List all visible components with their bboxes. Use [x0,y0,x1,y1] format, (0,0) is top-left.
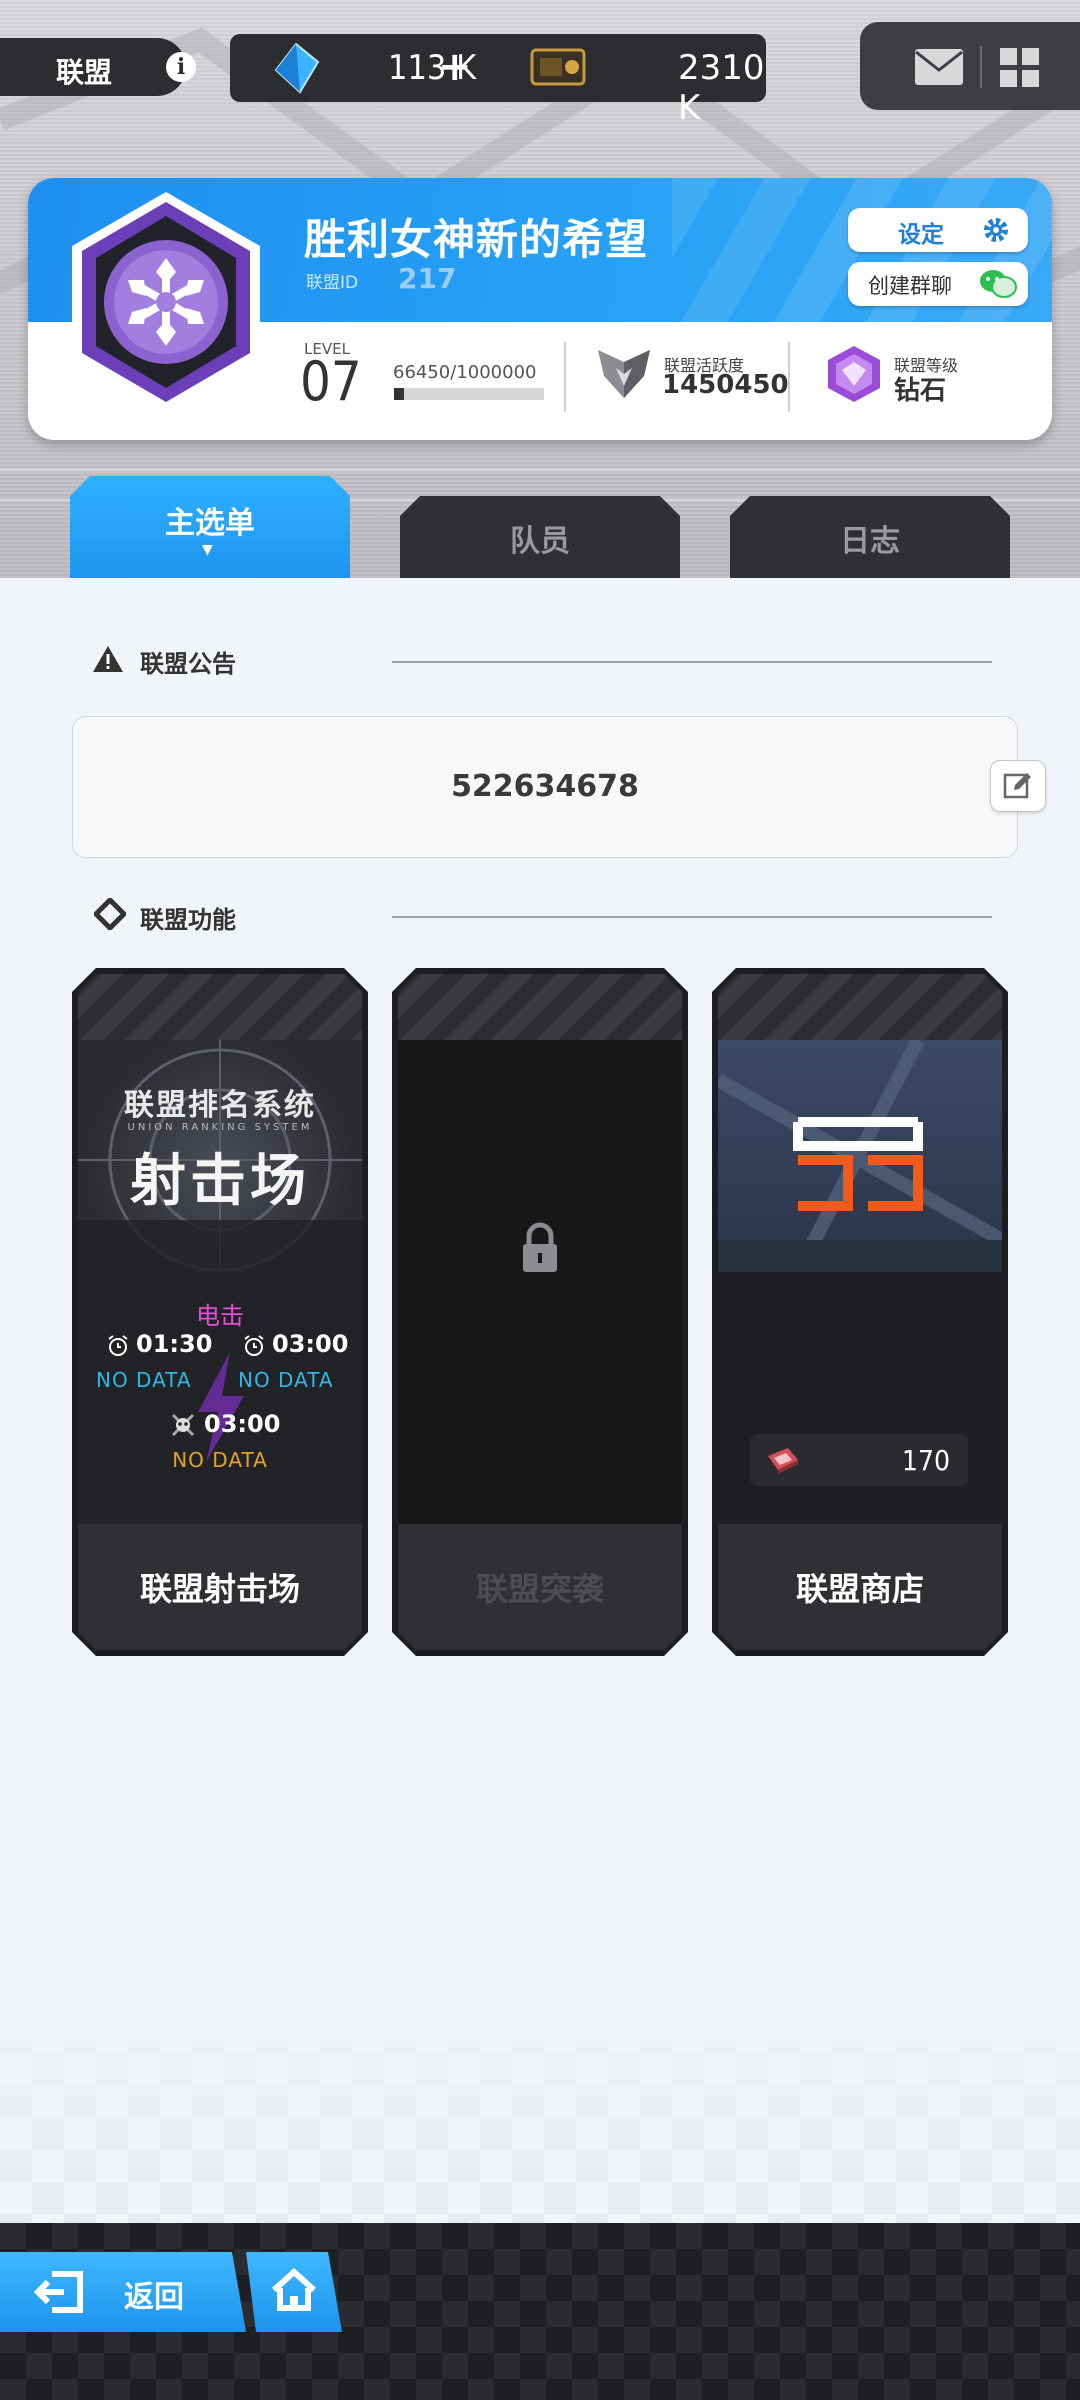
tab-log[interactable]: 日志 [730,496,1010,578]
exp-progress-fill [394,388,404,400]
grid-menu-icon[interactable] [1000,48,1040,92]
exp-text: 66450/1000000 [393,362,537,383]
active-tab-indicator: ▼ [202,542,213,558]
edit-icon [1003,773,1031,799]
shop-logo-icon [718,1040,1002,1272]
menu-divider [980,46,982,88]
home-icon [271,2267,317,2311]
no-data-label: NO DATA [238,1368,334,1392]
schedule-time: 03:00 [204,1410,281,1438]
gem-icon [270,42,322,98]
mode-label: 电击 [196,1302,244,1330]
stat-divider [788,342,790,412]
section-divider [392,916,992,918]
notice-panel: 522634678 [72,716,1018,858]
shooting-range-label: 联盟射击场 [139,1570,300,1608]
resource-bar: 113 K + 2310 K [230,34,766,128]
shop-currency-value: 170 [901,1444,950,1477]
section-divider [392,661,992,663]
shop-label: 联盟商店 [795,1570,924,1608]
banner-title: 联盟排名系统 [124,1088,316,1123]
create-group-chat-label: 创建群聊 [868,274,952,298]
alarm-clock-icon [106,1334,130,1362]
screen-title: 联盟 [56,56,113,89]
union-emblem-icon [66,188,266,422]
settings-button[interactable]: 设定 [848,208,1028,252]
no-data-label: NO DATA [172,1448,268,1472]
warning-icon [92,644,124,678]
diamond-outline-icon [92,896,128,934]
boss-skull-icon [170,1412,196,1442]
shop-panel [718,1272,1002,1524]
union-id-label: 联盟ID [306,273,359,293]
mail-icon[interactable] [914,48,964,90]
info-icon[interactable]: i [166,52,196,82]
alarm-clock-icon [242,1334,266,1362]
edit-notice-button[interactable] [990,760,1046,812]
schedule-time: 01:30 [136,1330,213,1358]
shooting-range-schedule: 电击 01:30 03:00 NO DATA NO DATA 03:00 NO … [78,1272,362,1524]
add-gems-button[interactable]: + [438,44,472,90]
card-hazard-stripes [718,974,1002,1040]
shop-banner [718,1040,1002,1272]
exp-progress-bar [394,388,544,400]
exit-arrow-icon [34,2271,83,2313]
card-hazard-stripes [78,974,362,1040]
tab-main-menu[interactable]: 主选单 ▼ [70,476,350,578]
union-shooting-range-card[interactable]: 联盟排名系统 UNION RANKING SYSTEM 射击场 电击 01:30… [72,968,368,1656]
shop-currency-counter: 170 [750,1434,968,1486]
gear-icon [982,216,1010,248]
activity-value: 1450450 [662,370,789,400]
lock-icon [520,1222,560,1278]
settings-label: 设定 [898,222,944,248]
back-label: 返回 [124,2280,184,2315]
ticket-icon [530,46,586,92]
wechat-icon [978,268,1018,304]
diamond-rank-icon [826,344,882,408]
union-coin-icon [766,1446,800,1478]
notice-heading: 联盟公告 [140,650,236,678]
union-shop-card[interactable]: 170 联盟商店 [712,968,1008,1656]
notice-text: 522634678 [451,769,639,804]
raid-label: 联盟突袭 [475,1570,604,1608]
tab-members-label: 队员 [510,524,570,559]
create-group-chat-button[interactable]: 创建群聊 [848,262,1028,306]
card-hazard-stripes [398,974,682,1040]
shooting-range-banner: 联盟排名系统 UNION RANKING SYSTEM 射击场 [78,1040,362,1272]
union-id-value: 217 [398,262,457,295]
tab-main-menu-label: 主选单 [165,506,255,541]
level-value: 07 [300,350,362,413]
ticket-count: 2310 K [678,48,765,128]
back-button[interactable]: 返回 [0,2252,246,2332]
tab-members[interactable]: 队员 [400,496,680,578]
tab-log-label: 日志 [840,524,900,559]
union-info-card: 胜利女神新的希望 联盟ID 217 设定 创建群聊 LEVEL 07 66450… [28,178,1052,440]
union-raid-card[interactable]: 联盟突袭 [392,968,688,1656]
rank-value: 钻石 [894,376,947,406]
top-right-menu [860,22,1080,110]
schedule-time: 03:00 [272,1330,349,1358]
union-name: 胜利女神新的希望 [304,215,649,264]
functions-heading: 联盟功能 [140,906,236,934]
raid-locked-panel [398,1040,682,1524]
activity-shield-icon [594,346,654,406]
stat-divider [564,342,566,412]
checker-pattern [0,1990,1080,2223]
banner-subtitle: UNION RANKING SYSTEM [127,1122,313,1133]
home-button[interactable] [246,2252,342,2332]
banner-big-title: 射击场 [130,1149,310,1214]
screen-title-chip: 联盟 i [0,38,196,96]
no-data-label: NO DATA [96,1368,192,1392]
